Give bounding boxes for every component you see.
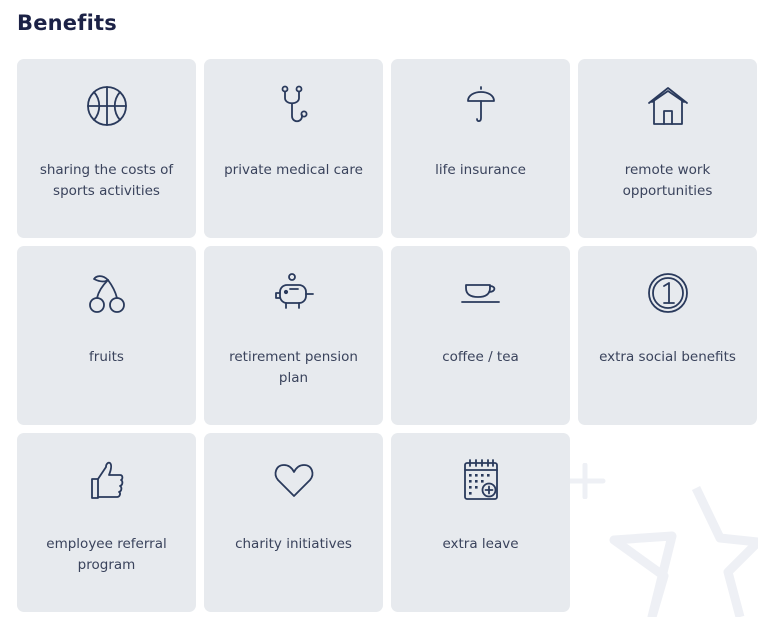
benefit-card: remote work opportunities [578, 59, 757, 238]
benefit-card: charity initiatives [204, 433, 383, 612]
benefit-card: private medical care [204, 59, 383, 238]
benefit-label: remote work opportunities [622, 162, 713, 199]
page-title: Benefits [17, 11, 117, 35]
benefit-label: fruits [89, 349, 124, 365]
benefit-card: life insurance [391, 59, 570, 238]
benefit-label: coffee / tea [442, 349, 519, 365]
benefit-label: sharing the costs of sports activities [39, 162, 174, 199]
coin-icon [646, 271, 690, 315]
benefit-card: retirement pension plan [204, 246, 383, 425]
benefit-card: extra leave [391, 433, 570, 612]
coffee-cup-icon [459, 271, 503, 315]
benefit-card: coffee / tea [391, 246, 570, 425]
thumbs-up-icon [85, 458, 129, 502]
benefit-card: sharing the costs of sports activities [17, 59, 196, 238]
heart-icon [272, 458, 316, 502]
calendar-plus-icon [459, 458, 503, 502]
benefit-label: private medical care [224, 162, 363, 178]
benefit-label: employee referral program [46, 536, 167, 573]
umbrella-icon [459, 84, 503, 128]
house-icon [646, 84, 690, 128]
benefit-label: charity initiatives [235, 536, 352, 552]
benefit-card: extra social benefits [578, 246, 757, 425]
basketball-icon [85, 84, 129, 128]
benefit-label: retirement pension plan [229, 349, 358, 386]
benefit-label: extra social benefits [599, 349, 736, 365]
benefit-card: employee referral program [17, 433, 196, 612]
stethoscope-icon [272, 84, 316, 128]
piggy-bank-icon [272, 271, 316, 315]
benefits-grid: sharing the costs of sports activities p… [17, 59, 757, 612]
cherries-icon [85, 271, 129, 315]
benefit-label: life insurance [435, 162, 526, 178]
benefit-label: extra leave [442, 536, 519, 552]
benefit-card: fruits [17, 246, 196, 425]
